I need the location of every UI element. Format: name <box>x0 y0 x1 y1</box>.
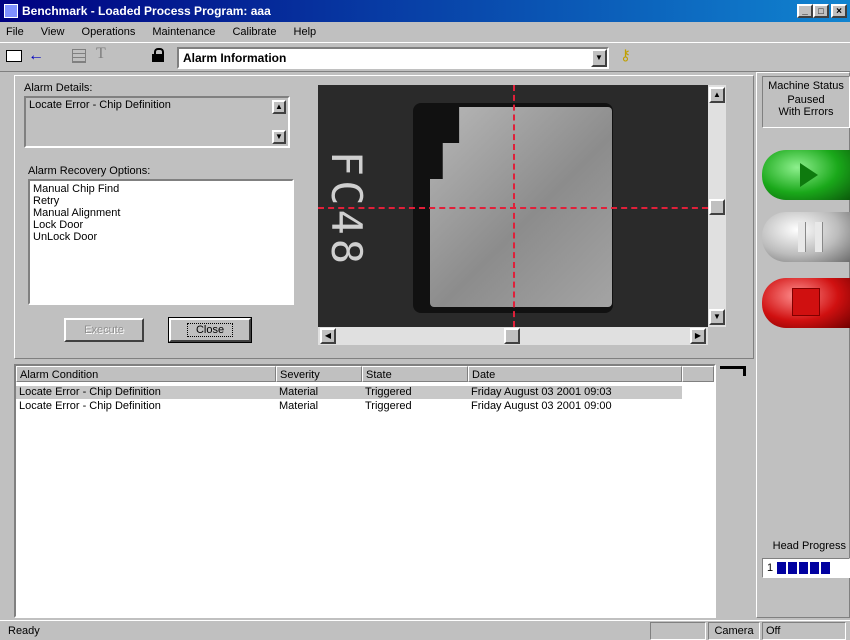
recovery-options-list[interactable]: Manual Chip Find Retry Manual Alignment … <box>28 179 294 305</box>
cell-alarm-condition: Locate Error - Chip Definition <box>19 386 161 398</box>
camera-vscrollbar[interactable]: ▲ ▼ <box>708 85 726 327</box>
stop-button[interactable] <box>762 278 850 328</box>
col-alarm-condition[interactable]: Alarm Condition <box>16 366 276 382</box>
help-key-icon[interactable]: ⚷ <box>620 46 632 66</box>
head-progress-bar <box>777 562 830 574</box>
alarm-details-text: Locate Error - Chip Definition <box>29 99 171 111</box>
menu-calibrate[interactable]: Calibrate <box>232 26 276 38</box>
cell-severity: Material <box>279 386 319 398</box>
status-text: Ready <box>8 625 40 637</box>
execute-button[interactable]: Execute <box>64 318 144 342</box>
title-bar: Benchmark - Loaded Process Program: aaa … <box>0 0 850 22</box>
minimize-button[interactable]: _ <box>797 4 813 18</box>
chevron-down-icon[interactable]: ▼ <box>591 49 607 67</box>
machine-status-label: Machine Status <box>768 80 844 92</box>
table-row[interactable]: Locate Error - Chip Definition Material … <box>16 400 682 413</box>
table-row[interactable]: Locate Error - Chip Definition Material … <box>16 386 682 399</box>
details-scroll-down[interactable]: ▼ <box>272 130 286 144</box>
close-button-label: Close <box>186 323 234 337</box>
chip-marking: FC48 <box>322 150 372 269</box>
view-select-value: Alarm Information <box>183 51 287 65</box>
start-button[interactable] <box>762 150 850 200</box>
progress-segment <box>821 562 830 574</box>
pause-button[interactable] <box>762 212 850 262</box>
back-arrow-icon[interactable]: ← <box>28 47 46 65</box>
cell-state: Triggered <box>365 400 412 412</box>
alarm-table-header: Alarm Condition Severity State Date <box>16 366 714 382</box>
recovery-option[interactable]: Manual Alignment <box>30 207 292 219</box>
camera-view: FC48 <box>318 85 708 327</box>
vscroll-down-icon[interactable]: ▼ <box>709 309 725 325</box>
panel-restore-icon[interactable] <box>720 366 746 376</box>
hscroll-thumb[interactable] <box>504 328 520 344</box>
col-filler <box>682 366 714 382</box>
camera-hscrollbar[interactable]: ◀ ▶ <box>318 327 708 345</box>
table-side-strip <box>716 364 754 618</box>
menu-bar: File View Operations Maintenance Calibra… <box>0 22 850 42</box>
hscroll-right-icon[interactable]: ▶ <box>690 328 706 344</box>
recovery-options-label: Alarm Recovery Options: <box>28 165 151 177</box>
maximize-button[interactable]: □ <box>813 4 829 18</box>
cell-date: Friday August 03 2001 09:03 <box>471 386 612 398</box>
grid-icon[interactable] <box>72 49 86 63</box>
alarm-details-label: Alarm Details: <box>24 82 93 94</box>
machine-status-box: Machine Status Paused With Errors <box>762 76 850 128</box>
status-bar: Ready Camera Off <box>0 620 850 640</box>
crosshair-horizontal <box>318 207 708 209</box>
cell-date: Friday August 03 2001 09:00 <box>471 400 612 412</box>
menu-view[interactable]: View <box>41 26 65 38</box>
progress-segment <box>788 562 797 574</box>
cell-alarm-condition: Locate Error - Chip Definition <box>19 400 161 412</box>
progress-segment <box>810 562 819 574</box>
menu-file[interactable]: File <box>6 26 24 38</box>
close-window-button[interactable]: × <box>831 4 847 18</box>
vscroll-up-icon[interactable]: ▲ <box>709 87 725 103</box>
progress-segment <box>799 562 808 574</box>
vscroll-thumb[interactable] <box>709 199 725 215</box>
recovery-option[interactable]: Retry <box>30 195 292 207</box>
col-severity[interactable]: Severity <box>276 366 362 382</box>
cell-state: Triggered <box>365 386 412 398</box>
stop-icon <box>792 288 820 316</box>
window-title: Benchmark - Loaded Process Program: aaa <box>22 4 271 18</box>
recovery-option[interactable]: Lock Door <box>30 219 292 231</box>
menu-maintenance[interactable]: Maintenance <box>152 26 215 38</box>
crosshair-vertical <box>513 85 515 327</box>
toolbar: ← T Alarm Information ▼ ⚷ <box>0 42 850 72</box>
text-tool-icon[interactable]: T <box>96 45 110 65</box>
status-camera-state: Off <box>762 622 846 640</box>
lock-icon[interactable] <box>152 48 164 62</box>
view-select[interactable]: Alarm Information ▼ <box>177 47 609 69</box>
head-progress-box: 1 <box>762 558 850 578</box>
alarm-table: Alarm Condition Severity State Date Loca… <box>14 364 716 618</box>
hscroll-left-icon[interactable]: ◀ <box>320 328 336 344</box>
cell-severity: Material <box>279 400 319 412</box>
alarm-details-box: Locate Error - Chip Definition ▲ ▼ <box>24 96 290 148</box>
camera-icon[interactable] <box>6 50 22 62</box>
head-progress-label: Head Progress <box>772 540 846 552</box>
status-pane-empty <box>650 622 706 640</box>
status-camera-label: Camera <box>708 622 760 640</box>
recovery-option[interactable]: UnLock Door <box>30 231 292 243</box>
progress-segment <box>777 562 786 574</box>
menu-help[interactable]: Help <box>294 26 317 38</box>
machine-status-value: Paused With Errors <box>778 94 834 118</box>
app-icon <box>4 4 18 18</box>
col-state[interactable]: State <box>362 366 468 382</box>
close-button[interactable]: Close <box>168 317 252 343</box>
pause-icon <box>798 222 822 252</box>
head-progress-number: 1 <box>767 562 774 574</box>
menu-operations[interactable]: Operations <box>82 26 136 38</box>
play-icon <box>800 163 818 187</box>
details-scroll-up[interactable]: ▲ <box>272 100 286 114</box>
col-date[interactable]: Date <box>468 366 682 382</box>
recovery-option[interactable]: Manual Chip Find <box>30 183 292 195</box>
